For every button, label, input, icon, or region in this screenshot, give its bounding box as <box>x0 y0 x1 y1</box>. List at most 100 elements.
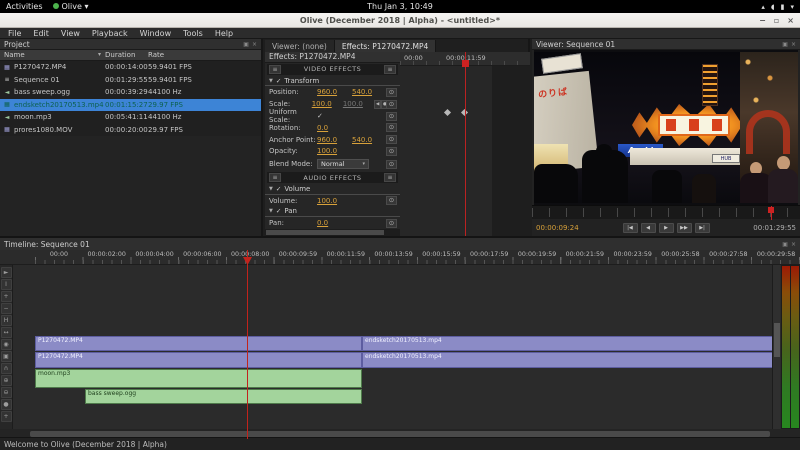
timeline-clip-audio[interactable]: bass sweep.ogg <box>85 389 362 404</box>
blend-mode-select[interactable]: Normal ▾ <box>317 159 369 170</box>
project-item-row[interactable]: ▦ endsketch20170513.mp4 00:01:15:27 29.97 F… <box>0 98 261 111</box>
go-to-end-button[interactable]: ▶| <box>694 223 710 233</box>
project-column-headers[interactable]: Name ▾ Duration Rate <box>0 50 261 61</box>
pan-enabled-checkbox[interactable]: ✓ <box>276 207 281 215</box>
previous-keyframe-icon[interactable]: ◀ <box>373 99 382 109</box>
zoom-out-tool[interactable]: ⊖ <box>0 387 12 398</box>
collapse-icon[interactable]: ▼ <box>269 78 273 84</box>
menu-item-edit[interactable]: Edit <box>28 29 54 38</box>
rotation-value[interactable]: 0.0 <box>317 124 352 132</box>
volume-section-header[interactable]: ▼ ✓ Volume <box>265 184 400 195</box>
window-titlebar[interactable]: Olive (December 2018 | Alpha) - <untitle… <box>0 13 800 28</box>
add-video-effect-icon[interactable]: ≡ <box>384 64 396 74</box>
menu-item-window[interactable]: Window <box>135 29 177 38</box>
clock[interactable]: Thu Jan 3, 10:49 <box>0 2 800 11</box>
anchor-y-value[interactable]: 540.0 <box>352 136 387 144</box>
keyframe-toggle-icon[interactable]: ⊙ <box>386 111 397 121</box>
timeline-playhead[interactable] <box>247 250 248 439</box>
collapse-icon[interactable]: ▼ <box>269 186 273 192</box>
add-button[interactable]: + <box>0 411 12 422</box>
menu-bar: File Edit View Playback Window Tools Help <box>0 28 800 39</box>
volume-value[interactable]: 100.0 <box>317 197 352 205</box>
opacity-value[interactable]: 100.0 <box>317 147 352 155</box>
timeline-tracks[interactable]: P1270472.MP4 endsketch20170513.mp4 P1270… <box>13 265 772 429</box>
snapping-toggle[interactable]: ∩ <box>0 363 12 374</box>
keyframe-toggle-icon[interactable]: ⊙ <box>386 135 397 145</box>
maximize-button[interactable]: ▫ <box>774 16 779 25</box>
keyframe-toggle-icon[interactable]: ⊙ <box>386 146 397 156</box>
blend-mode-row: Blend Mode: Normal ▾ ⊙ <box>265 157 400 171</box>
keyframe-marker[interactable] <box>443 108 452 117</box>
timeline-ruler[interactable]: 00:00 00:00:02:00 00:00:04:00 00:00:06:00 00… <box>0 250 800 265</box>
menu-item-help[interactable]: Help <box>210 29 238 38</box>
panel-close-icon[interactable]: × <box>791 41 796 48</box>
panel-popout-icon[interactable]: ▣ <box>782 41 788 48</box>
keyframe-playhead[interactable] <box>465 52 466 236</box>
audio-effects-menu-icon[interactable]: ≡ <box>269 173 281 182</box>
close-button[interactable]: × <box>787 16 794 25</box>
next-frame-button[interactable]: ▶▶ <box>676 223 692 233</box>
keyframe-toggle-icon[interactable]: ⊙ <box>386 196 397 206</box>
project-item-row[interactable]: ▦ P1270472.MP4 00:00:14:00 59.9401 FPS <box>0 61 261 74</box>
video-effects-menu-icon[interactable]: ≡ <box>269 64 281 74</box>
minimize-button[interactable]: − <box>759 16 766 25</box>
project-item-row[interactable]: ≡ Sequence 01 00:01:29:55 59.9401 FPS <box>0 74 261 87</box>
menu-item-tools[interactable]: Tools <box>178 29 208 38</box>
timeline-clip-audio[interactable]: moon.mp3 <box>35 369 362 388</box>
transition-tool[interactable]: ▣ <box>0 351 12 362</box>
project-item-row[interactable]: ◄ moon.mp3 00:05:41:11 44100 Hz <box>0 111 261 124</box>
panel-popout-icon[interactable]: ▣ <box>243 41 249 48</box>
menu-item-view[interactable]: View <box>56 29 85 38</box>
uniform-scale-checkbox[interactable]: ✓ <box>317 112 323 120</box>
effects-horizontal-scrollbar[interactable] <box>265 229 400 236</box>
project-item-row[interactable]: ▦ prores1080.MOV 00:00:20:00 29.97 FPS <box>0 124 261 137</box>
viewer-playhead[interactable] <box>771 206 772 220</box>
viewer-scrub-bar[interactable] <box>532 205 800 220</box>
transform-section-header[interactable]: ▼ ✓ Transform <box>265 76 400 87</box>
panel-close-icon[interactable]: × <box>791 241 796 248</box>
menu-item-playback[interactable]: Playback <box>87 29 133 38</box>
ripple-tool[interactable]: + <box>0 291 12 302</box>
timeline-vertical-scrollbar[interactable] <box>772 265 780 429</box>
volume-enabled-checkbox[interactable]: ✓ <box>276 185 281 193</box>
collapse-icon[interactable]: ▼ <box>269 208 273 214</box>
timeline-clip-video[interactable]: endsketch20170513.mp4 <box>362 352 772 368</box>
keyframe-toggle-icon[interactable]: ⊙ <box>386 87 397 97</box>
razor-tool[interactable]: − <box>0 303 12 314</box>
slide-tool[interactable]: ↔ <box>0 327 12 338</box>
scale-x-value[interactable]: 100.0 <box>312 100 343 108</box>
position-x-value[interactable]: 960.0 <box>317 88 352 96</box>
viewer-current-timecode[interactable]: 00:00:09:24 <box>536 224 596 232</box>
previous-frame-button[interactable]: ◀ <box>640 223 656 233</box>
pan-value[interactable]: 0.0 <box>317 219 352 227</box>
keyframe-toggle-icon[interactable]: ⊙ <box>386 123 397 133</box>
panel-popout-icon[interactable]: ▣ <box>782 241 788 248</box>
keyframe-area[interactable]: 00:00 00:00:11:59 <box>400 52 530 236</box>
edit-tool[interactable]: I <box>0 279 12 290</box>
project-item-row[interactable]: ◄ bass sweep.ogg 00:00:39:29 44100 Hz <box>0 86 261 99</box>
keyframe-toggle-icon[interactable]: ⊙ <box>386 159 397 169</box>
slip-tool[interactable]: H <box>0 315 12 326</box>
keyframe-toggle-icon[interactable]: ⊙ <box>386 218 397 228</box>
anchor-x-value[interactable]: 960.0 <box>317 136 352 144</box>
timeline-clip-video[interactable]: endsketch20170513.mp4 <box>362 336 772 351</box>
record-button[interactable]: ● <box>0 399 12 410</box>
add-audio-effect-icon[interactable]: ≡ <box>384 173 396 182</box>
zoom-in-tool[interactable]: ⊕ <box>0 375 12 386</box>
pan-section-header[interactable]: ▼ ✓ Pan <box>265 207 400 218</box>
timeline-clip-video[interactable]: P1270472.MP4 <box>35 352 362 368</box>
keyframe-playhead-handle[interactable] <box>462 60 469 67</box>
panel-close-icon[interactable]: × <box>252 41 257 48</box>
go-to-start-button[interactable]: |◀ <box>622 223 638 233</box>
tab-effects[interactable]: Effects: P1270472.MP4 <box>334 40 437 52</box>
transform-enabled-checkbox[interactable]: ✓ <box>276 77 281 85</box>
play-button[interactable]: ▶ <box>658 223 674 233</box>
pointer-tool[interactable]: ► <box>0 267 12 278</box>
menu-item-file[interactable]: File <box>3 29 26 38</box>
timeline-clip-video[interactable]: P1270472.MP4 <box>35 336 362 351</box>
tab-viewer-none[interactable]: Viewer: (none) <box>265 40 335 52</box>
system-tray[interactable]: ▴ ◖ ▮ ▾ <box>761 3 794 11</box>
position-y-value[interactable]: 540.0 <box>352 88 387 96</box>
keyframe-toggle-icon[interactable]: ⊙ <box>386 99 397 109</box>
hand-tool[interactable]: ◉ <box>0 339 12 350</box>
